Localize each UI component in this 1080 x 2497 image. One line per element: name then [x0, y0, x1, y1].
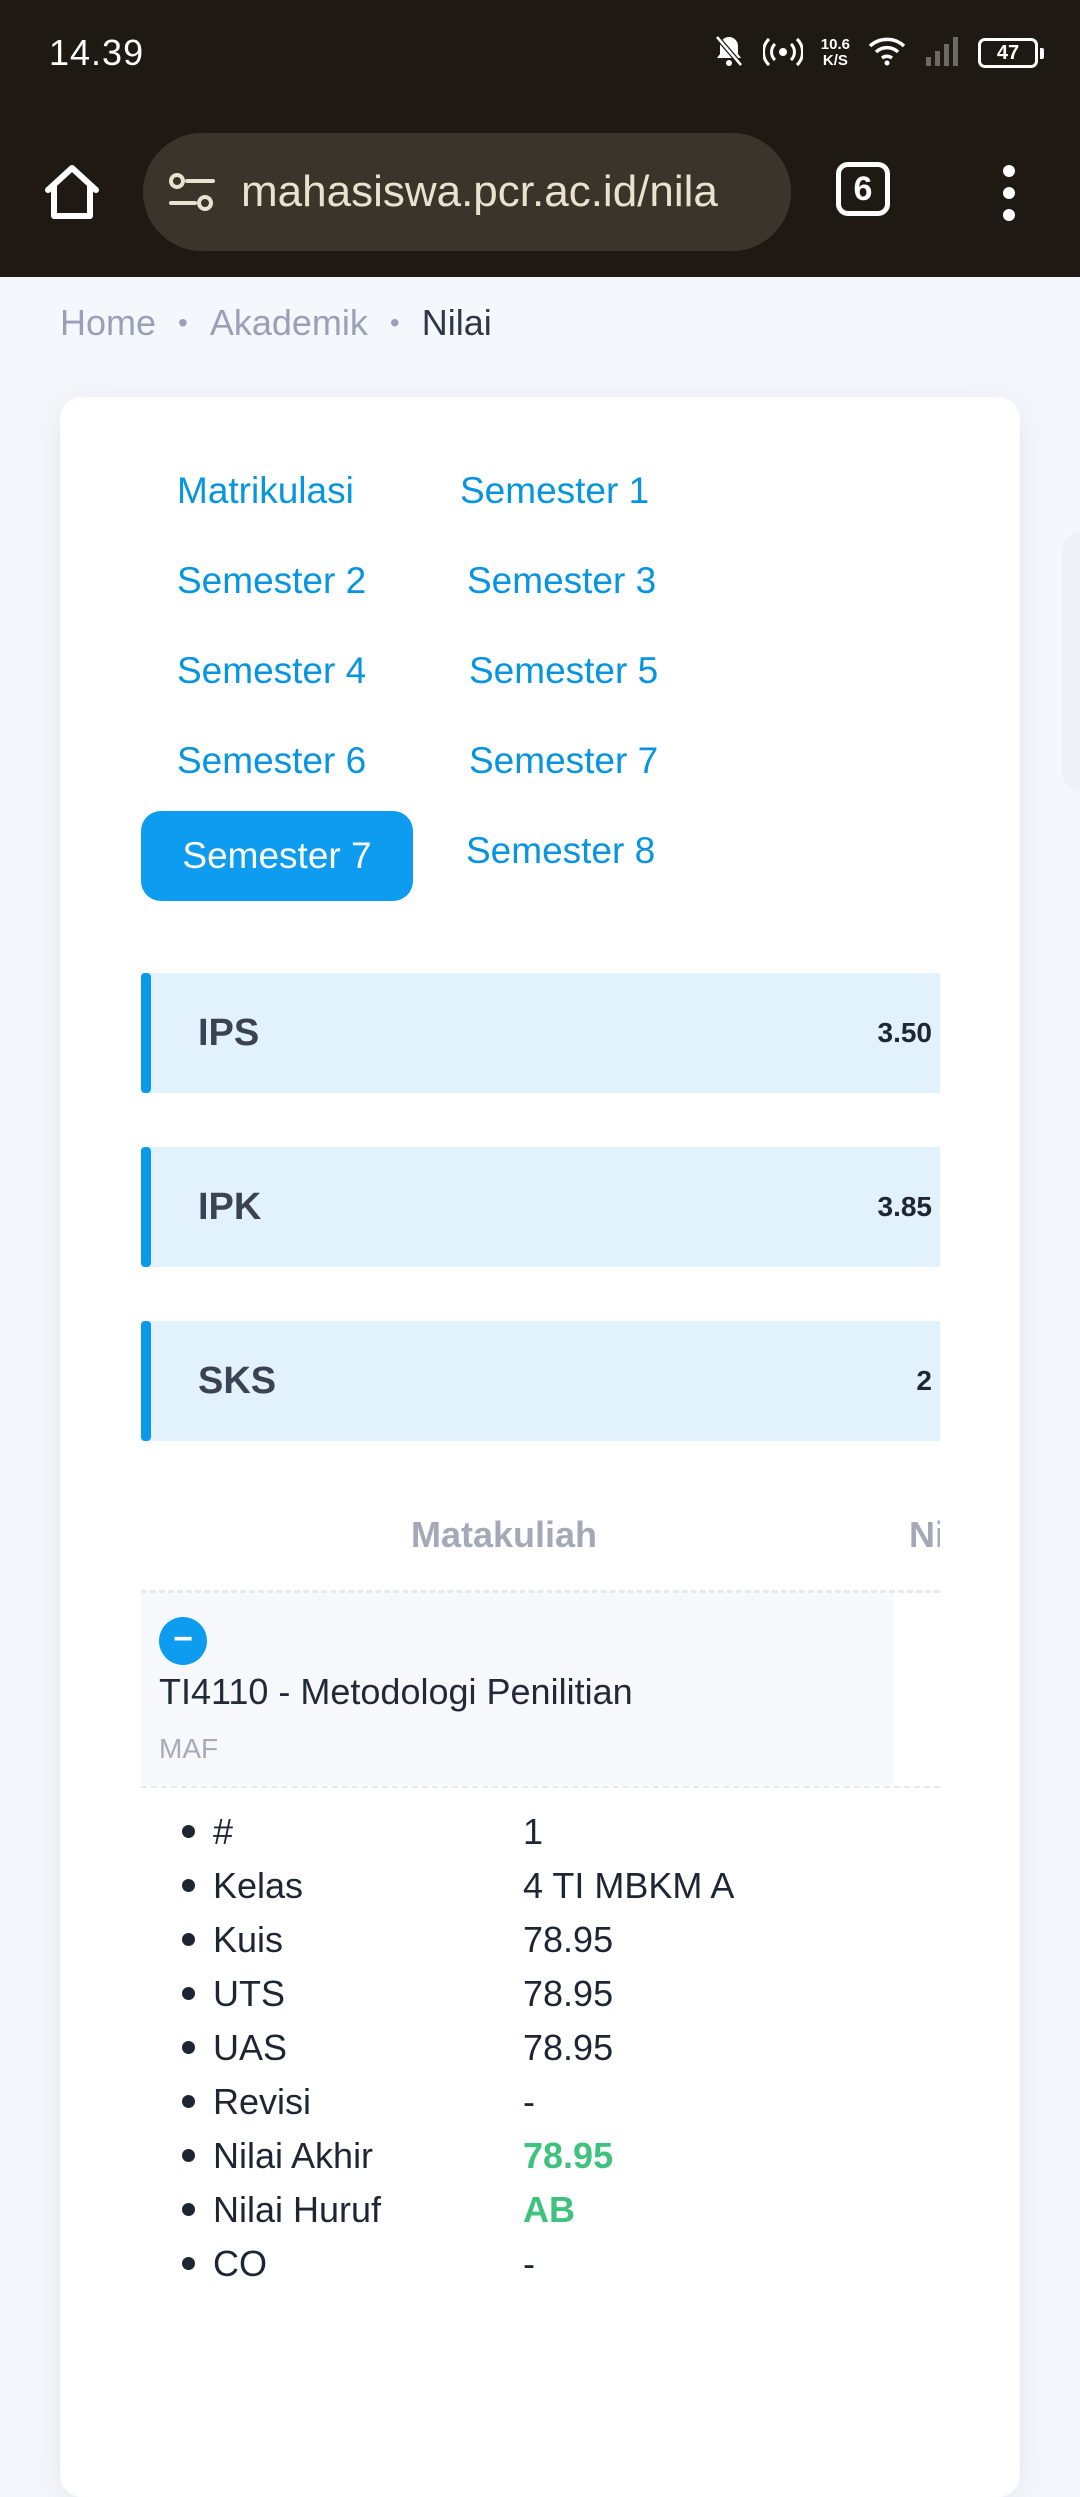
detail-kuis: Kuis 78.95 [178, 1913, 898, 1967]
status-icons: 10.6 K/S 47 [713, 28, 1044, 78]
stat-label: IPS [198, 1012, 260, 1054]
stat-value: 2 [916, 1365, 932, 1396]
tab-semester-4[interactable]: Semester 4 [177, 650, 366, 692]
stat-accent-bar [141, 1321, 151, 1441]
bullet [182, 1825, 195, 1838]
tab-semester-1[interactable]: Semester 1 [460, 470, 649, 512]
home-button[interactable] [40, 160, 104, 224]
detail-revisi: Revisi - [178, 2075, 898, 2129]
side-tab-handle[interactable] [1062, 532, 1080, 792]
detail-kelas: Kelas 4 TI MBKM A [178, 1859, 898, 1913]
detail-nilai-huruf: Nilai Huruf AB [178, 2183, 898, 2237]
battery-icon: 47 [978, 38, 1044, 68]
hotspot-icon [761, 34, 804, 73]
browser-chrome: 14.39 10.6 K/S 47 mahasiswa.pcr.ac.id/ni… [0, 0, 1080, 277]
detail-uts: UTS 78.95 [178, 1967, 898, 2021]
status-time: 14.39 [49, 32, 145, 73]
wifi-icon [868, 36, 906, 71]
stat-value: 3.50 [877, 1017, 933, 1048]
bullet [182, 2257, 195, 2270]
home-icon [45, 165, 99, 219]
tab-semester-8[interactable]: Semester 8 [466, 830, 655, 872]
signal-icon [924, 35, 960, 72]
table-row[interactable]: − TI4110 - Metodologi Penilitian MAF [141, 1593, 893, 1785]
detail-number: #1 [178, 1805, 898, 1859]
breadcrumb-separator: • [389, 307, 400, 338]
detail-nilai-akhir: Nilai Akhir 78.95 [178, 2129, 898, 2183]
tab-semester-7-active[interactable]: Semester 7 [141, 811, 413, 901]
breadcrumb-akademik[interactable]: Akademik [210, 302, 368, 344]
stat-ips: IPS 3.50 [141, 973, 940, 1093]
collapse-button[interactable]: − [159, 1617, 207, 1665]
stat-value: 3.85 [877, 1191, 933, 1222]
breadcrumb: Home • Akademik • Nilai [60, 296, 492, 350]
breadcrumb-separator: • [178, 307, 188, 338]
more-vert-icon[interactable] [1000, 165, 1018, 221]
column-header-matakuliah[interactable]: Matakuliah [411, 1514, 597, 1556]
detail-uas: UAS 78.95 [178, 2021, 898, 2075]
stat-label: IPK [198, 1186, 262, 1228]
url-text[interactable]: mahasiswa.pcr.ac.id/nila [241, 161, 771, 223]
breadcrumb-home[interactable]: Home [60, 302, 156, 344]
address-bar[interactable]: mahasiswa.pcr.ac.id/nila [143, 133, 791, 251]
course-detail-list: #1 Kelas 4 TI MBKM A Kuis 78.95 UTS 78.95 U… [178, 1805, 898, 2291]
stat-accent-bar [141, 973, 151, 1093]
stat-sks: SKS 2 [141, 1321, 940, 1441]
bullet [182, 2095, 195, 2108]
table-header: Matakuliah Ni [141, 1490, 940, 1593]
tab-matrikulasi[interactable]: Matrikulasi [177, 470, 354, 512]
bullet [182, 1933, 195, 1946]
status-bar: 14.39 10.6 K/S 47 [0, 0, 1080, 110]
stat-label: SKS [198, 1360, 277, 1402]
course-name: TI4110 - Metodologi Penilitian [159, 1671, 633, 1712]
detail-co: CO - [178, 2237, 898, 2291]
column-header-nilai[interactable]: Ni [909, 1514, 940, 1556]
tab-semester-7[interactable]: Semester 7 [469, 740, 658, 782]
stat-accent-bar [141, 1147, 151, 1267]
bullet [182, 2149, 195, 2162]
course-lecturer: MAF [159, 1733, 219, 1764]
bullet [182, 1987, 195, 2000]
tab-semester-3[interactable]: Semester 3 [467, 560, 656, 602]
notification-off-icon [713, 34, 745, 73]
net-speed: 10.6 K/S [820, 36, 850, 69]
bullet [182, 1879, 195, 1892]
tab-semester-5[interactable]: Semester 5 [469, 650, 658, 692]
bullet [182, 2041, 195, 2054]
stat-ipk: IPK 3.85 [141, 1147, 940, 1267]
tab-semester-2[interactable]: Semester 2 [177, 560, 366, 602]
bullet [182, 2203, 195, 2216]
row-divider [141, 1786, 940, 1788]
tab-switcher-button[interactable]: 6 [836, 162, 890, 216]
site-settings-icon[interactable] [167, 169, 217, 215]
tab-semester-6[interactable]: Semester 6 [177, 740, 366, 782]
breadcrumb-current: Nilai [421, 302, 492, 343]
